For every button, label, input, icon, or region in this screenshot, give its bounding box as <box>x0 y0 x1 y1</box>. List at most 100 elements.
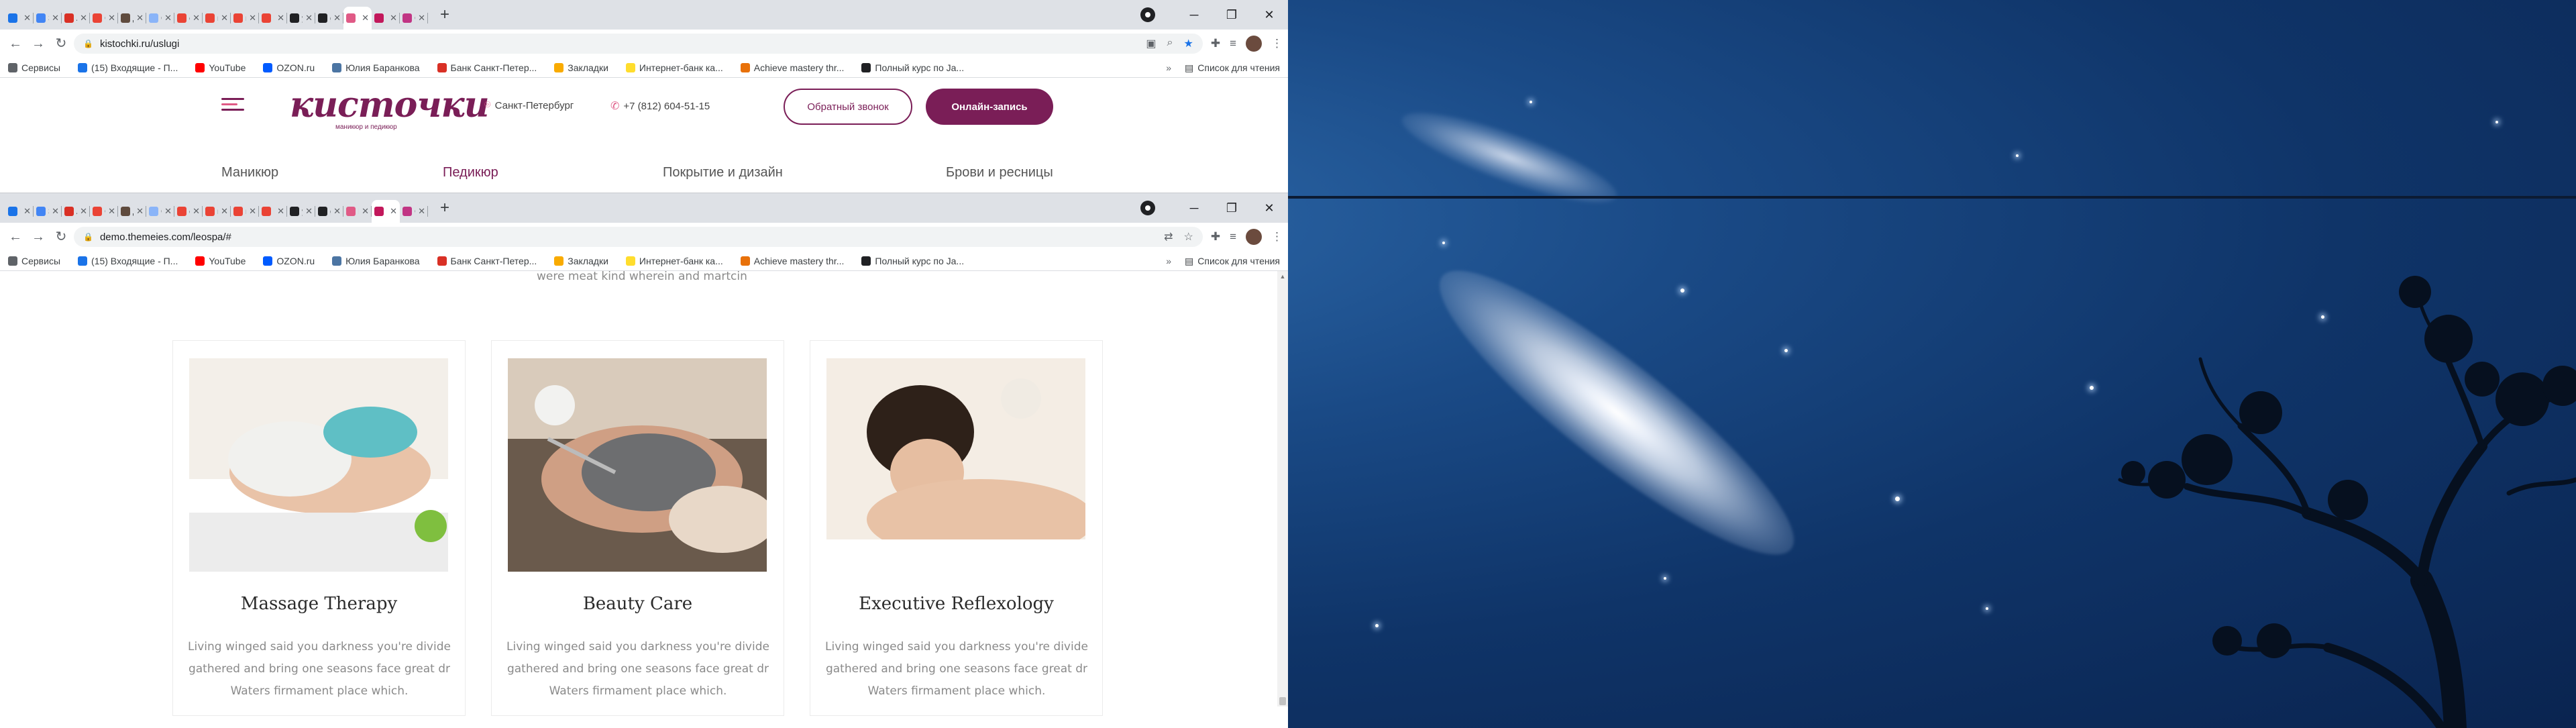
browser-tab[interactable]: Дне✕ <box>118 7 146 30</box>
bookmark-item[interactable]: YouTube <box>195 256 246 266</box>
forward-icon[interactable]: → <box>28 34 48 54</box>
minimize-button[interactable]: ─ <box>1175 201 1213 215</box>
browser-tab[interactable]: Chi✕ <box>90 200 118 223</box>
browser-tab[interactable]: Вхо✕ <box>5 200 34 223</box>
bookmark-item[interactable]: Закладки <box>554 62 608 73</box>
back-icon[interactable]: ← <box>5 227 25 247</box>
service-card-reflexology[interactable]: Executive Reflexology Living winged said… <box>810 340 1103 716</box>
bookmarks-more-button[interactable]: » <box>1166 256 1171 266</box>
bookmark-item[interactable]: Achieve mastery thr... <box>740 256 844 266</box>
online-booking-button[interactable]: Онлайн-запись <box>926 89 1053 125</box>
address-bar[interactable]: 🔒 demo.themeies.com/leospa/# ⇄ ☆ <box>74 227 1203 247</box>
media-queue-icon[interactable]: ≡ <box>1230 230 1236 244</box>
tab-close-icon[interactable]: ✕ <box>80 206 87 217</box>
bookmark-item[interactable]: (15) Входящие - П... <box>78 256 178 266</box>
tab-close-icon[interactable]: ✕ <box>221 13 228 23</box>
bookmark-item[interactable]: Achieve mastery thr... <box>740 62 844 73</box>
tab-close-icon[interactable]: ✕ <box>277 206 284 217</box>
callback-button[interactable]: Обратный звонок <box>784 89 912 125</box>
reload-icon[interactable]: ↻ <box>51 34 71 54</box>
tab-close-icon[interactable]: ✕ <box>362 206 369 217</box>
service-card-massage[interactable]: Massage Therapy Living winged said you d… <box>172 340 466 716</box>
bookmark-item[interactable]: Сервисы <box>8 62 60 73</box>
tab-close-icon[interactable]: ✕ <box>52 13 59 23</box>
tab-close-icon[interactable]: ✕ <box>418 13 425 23</box>
extensions-icon[interactable]: ✚ <box>1211 230 1220 244</box>
service-title[interactable]: Beauty Care <box>492 594 784 614</box>
tab-close-icon[interactable]: ✕ <box>23 206 31 217</box>
browser-tab[interactable]: Chi✕ <box>90 7 118 30</box>
tab-close-icon[interactable]: ✕ <box>164 13 172 23</box>
translate-icon[interactable]: ⇄ <box>1164 230 1173 244</box>
browser-tab[interactable]: Дне✕ <box>118 200 146 223</box>
bookmark-item[interactable]: Закладки <box>554 256 608 266</box>
tab-close-icon[interactable]: ✕ <box>108 206 115 217</box>
profile-avatar[interactable] <box>1246 229 1262 245</box>
service-card-beauty[interactable]: Beauty Care Living winged said you darkn… <box>491 340 784 716</box>
tab-close-icon[interactable]: ✕ <box>193 13 200 23</box>
bookmark-item[interactable]: Юлия Баранкова <box>332 62 420 73</box>
browser-tab[interactable]: Вхо✕ <box>5 7 34 30</box>
menu-dots-icon[interactable]: ⋮ <box>1271 230 1283 244</box>
bookmark-item[interactable]: Сервисы <box>8 256 60 266</box>
browser-tab[interactable]: yan✕ <box>287 200 315 223</box>
camera-blocked-icon[interactable]: ▣ <box>1146 37 1156 50</box>
tab-close-icon[interactable]: ✕ <box>418 206 425 217</box>
media-control-icon[interactable] <box>1140 7 1155 22</box>
browser-tab[interactable]: Сту✕ <box>400 7 428 30</box>
browser-tab[interactable]: Кри✕ <box>259 7 287 30</box>
scrollbar-thumb[interactable] <box>1279 697 1286 705</box>
tab-close-icon[interactable]: ✕ <box>193 206 200 217</box>
tab-close-icon[interactable]: ✕ <box>164 206 172 217</box>
menu-item-pedicure[interactable]: Педикюр <box>443 165 498 180</box>
scroll-up-icon[interactable]: ▲ <box>1277 271 1288 282</box>
new-tab-button[interactable]: + <box>435 5 455 25</box>
browser-tab[interactable]: goi✕ <box>315 7 343 30</box>
profile-avatar[interactable] <box>1246 36 1262 52</box>
forward-icon[interactable]: → <box>28 227 48 247</box>
bookmark-item[interactable]: Полный курс по Ja... <box>861 256 964 266</box>
browser-tab[interactable]: Сту✕ <box>400 200 428 223</box>
browser-tab[interactable]: Пед✕ <box>343 7 372 30</box>
close-window-button[interactable]: ✕ <box>1250 8 1288 22</box>
tab-close-icon[interactable]: ✕ <box>249 206 256 217</box>
browser-tab[interactable]: Ави✕ <box>62 200 90 223</box>
browser-tab[interactable]: Ави✕ <box>62 7 90 30</box>
tab-close-icon[interactable]: ✕ <box>52 206 59 217</box>
close-window-button[interactable]: ✕ <box>1250 201 1288 215</box>
bookmark-star-icon[interactable]: ☆ <box>1183 230 1193 244</box>
tab-close-icon[interactable]: ✕ <box>23 13 31 23</box>
city-selector[interactable]: ⌾ Санкт-Петербург <box>484 99 574 111</box>
media-queue-icon[interactable]: ≡ <box>1230 37 1236 50</box>
bookmark-item[interactable]: Интернет-банк ка... <box>625 256 723 266</box>
bookmark-item[interactable]: Юлия Баранкова <box>332 256 420 266</box>
browser-tab[interactable]: соб✕ <box>174 7 203 30</box>
browser-tab[interactable]: GIS✕ <box>146 7 174 30</box>
browser-tab[interactable]: как✕ <box>203 200 231 223</box>
menu-item-brows-lashes[interactable]: Брови и ресницы <box>946 165 1053 180</box>
tab-close-icon[interactable]: ✕ <box>136 13 144 23</box>
bookmark-item[interactable]: OZON.ru <box>263 62 315 73</box>
hamburger-menu-icon[interactable] <box>221 98 244 114</box>
bookmark-item[interactable]: YouTube <box>195 62 246 73</box>
browser-tab[interactable]: Пе✕ <box>343 200 372 223</box>
tab-close-icon[interactable]: ✕ <box>221 206 228 217</box>
reload-icon[interactable]: ↻ <box>51 227 71 247</box>
bookmark-item[interactable]: OZON.ru <box>263 256 315 266</box>
tab-close-icon[interactable]: ✕ <box>305 206 313 217</box>
kistochki-logo[interactable]: кисточки <box>290 85 490 125</box>
phone-link[interactable]: ✆ +7 (812) 604-51-15 <box>610 99 710 113</box>
browser-tab[interactable]: Зап✕ <box>34 200 62 223</box>
media-control-icon[interactable] <box>1140 201 1155 215</box>
menu-dots-icon[interactable]: ⋮ <box>1271 37 1283 50</box>
bookmark-item[interactable]: Банк Санкт-Петер... <box>437 256 537 266</box>
tab-close-icon[interactable]: ✕ <box>80 13 87 23</box>
browser-tab[interactable]: yan✕ <box>287 7 315 30</box>
browser-tab[interactable]: соб✕ <box>174 200 203 223</box>
zoom-icon[interactable]: ⌕ <box>1167 37 1173 50</box>
bookmark-item[interactable]: Интернет-банк ка... <box>625 62 723 73</box>
menu-item-coating-design[interactable]: Покрытие и дизайн <box>663 165 783 180</box>
bookmark-item[interactable]: Банк Санкт-Петер... <box>437 62 537 73</box>
tab-close-icon[interactable]: ✕ <box>390 13 397 23</box>
reading-list-button[interactable]: ▤ Список для чтения <box>1185 256 1280 267</box>
